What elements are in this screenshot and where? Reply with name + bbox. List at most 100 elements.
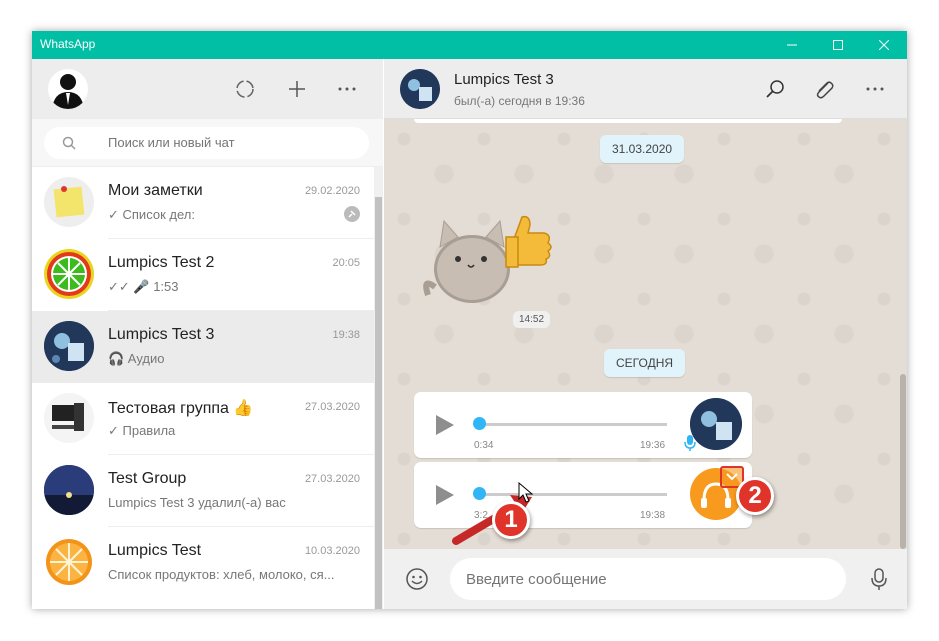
pin-icon <box>344 206 360 222</box>
search-input[interactable] <box>108 135 348 150</box>
message-area: 31.03.2020 14:52 СЕГОДНЯ 0:34 19:36 3:2 … <box>384 119 907 549</box>
contact-avatar[interactable] <box>400 69 440 109</box>
search-icon <box>766 80 784 98</box>
app-title: WhatsApp <box>40 37 96 51</box>
microphone-icon <box>684 435 696 451</box>
chat-item-test-group-ru[interactable]: Тестовая группа 👍 27.03.2020 ✓ Правила <box>32 383 374 455</box>
maximize-icon <box>833 40 843 50</box>
chat-name: Test Group <box>108 470 187 487</box>
lime-slice-icon <box>47 252 91 296</box>
sticker-time: 14:52 <box>513 311 551 328</box>
plus-icon <box>289 81 305 97</box>
search-messages-button[interactable] <box>760 74 790 104</box>
whatsapp-window: WhatsApp Поиск или новый чат Мои заметки… <box>32 31 907 609</box>
chat-time: 27.03.2020 <box>304 473 360 485</box>
sticky-note-icon <box>53 186 85 218</box>
paperclip-icon <box>816 81 834 99</box>
audio-track[interactable] <box>478 423 667 426</box>
conversation-menu-button[interactable] <box>860 74 890 104</box>
message-time: 19:38 <box>640 510 666 521</box>
chat-time: 27.03.2020 <box>304 401 360 413</box>
chat-list: Мои заметки 29.02.2020 ✓ Список дел: Lum… <box>32 167 383 609</box>
date-separator: 31.03.2020 <box>600 135 685 163</box>
attach-button[interactable] <box>809 74 839 104</box>
contact-last-seen: был(-а) сегодня в 19:36 <box>454 94 585 108</box>
conversation-header: Lumpics Test 3 был(-а) сегодня в 19:36 <box>384 59 907 119</box>
title-bar: WhatsApp <box>32 31 907 59</box>
astronaut-image-icon <box>400 69 440 109</box>
chevron-down-icon <box>726 473 738 481</box>
chat-preview: 🎧 Аудио <box>108 351 165 366</box>
chat-list-pane: Мои заметки 29.02.2020 ✓ Список дел: Lum… <box>32 59 383 609</box>
emoji-button[interactable] <box>402 564 432 594</box>
search-box[interactable] <box>44 127 369 159</box>
message-scrollbar[interactable] <box>898 119 907 549</box>
left-header <box>32 59 383 119</box>
chat-preview: ✓✓ 🎤 1:53 <box>108 279 179 294</box>
audio-duration: 0:34 <box>474 440 494 451</box>
chat-time: 20:05 <box>332 257 360 269</box>
conversation-pane: Lumpics Test 3 был(-а) сегодня в 19:36 3… <box>384 59 907 609</box>
message-input[interactable] <box>450 558 846 600</box>
chat-item-lumpics-test-3[interactable]: Lumpics Test 3 19:38 🎧 Аудио <box>32 311 374 383</box>
maximize-button[interactable] <box>815 31 861 59</box>
computer-icon <box>52 403 84 431</box>
orange-slice-icon <box>46 539 92 585</box>
chat-name: Тестовая группа 👍 <box>108 400 254 417</box>
previous-message-edge <box>414 119 842 123</box>
play-icon[interactable] <box>434 413 456 437</box>
callout-2: 2 <box>736 477 774 515</box>
contact-name[interactable]: Lumpics Test 3 <box>454 71 554 88</box>
search-icon <box>62 136 76 150</box>
mouse-cursor-icon <box>518 482 534 503</box>
emoji-icon <box>406 568 428 590</box>
scrollbar-thumb[interactable] <box>900 374 906 549</box>
audio-progress-knob[interactable] <box>473 417 486 430</box>
chat-list-scrollbar[interactable] <box>374 167 383 609</box>
chat-name: Lumpics Test <box>108 542 202 559</box>
chat-item-lumpics-test[interactable]: Lumpics Test 10.03.2020 Список продуктов… <box>32 527 374 599</box>
chat-time: 19:38 <box>332 329 360 341</box>
astronaut-image-icon <box>690 398 742 450</box>
status-button[interactable] <box>230 74 260 104</box>
today-separator: СЕГОДНЯ <box>604 349 686 377</box>
chat-preview: ✓ Список дел: <box>108 207 195 222</box>
voice-record-button[interactable] <box>864 564 894 594</box>
chat-time: 10.03.2020 <box>304 545 360 557</box>
notes-avatar <box>44 177 94 227</box>
chat-item-lumpics-test-2[interactable]: Lumpics Test 2 20:05 ✓✓ 🎤 1:53 <box>32 239 374 311</box>
chat-name: Lumpics Test 3 <box>108 326 215 343</box>
sender-avatar <box>690 398 742 450</box>
more-dots-icon <box>866 87 884 91</box>
night-landscape-icon <box>44 465 94 515</box>
search-bar <box>32 119 383 167</box>
orange-avatar <box>44 537 94 587</box>
close-button[interactable] <box>861 31 907 59</box>
new-chat-button[interactable] <box>282 74 312 104</box>
callout-1: 1 <box>492 501 530 539</box>
night-city-avatar <box>44 465 94 515</box>
chat-preview: Список продуктов: хлеб, молоко, ся... <box>108 567 335 582</box>
voice-message: 0:34 19:36 <box>414 392 752 458</box>
chat-item-notes[interactable]: Мои заметки 29.02.2020 ✓ Список дел: <box>32 167 374 239</box>
user-avatar[interactable] <box>48 69 88 109</box>
status-icon <box>236 80 254 98</box>
lime-avatar <box>44 249 94 299</box>
minimize-icon <box>787 44 797 46</box>
chat-name: Мои заметки <box>108 182 203 199</box>
composer-bar <box>384 549 907 609</box>
chat-preview: ✓ Правила <box>108 423 176 438</box>
scrollbar-thumb[interactable] <box>375 197 382 609</box>
user-silhouette-icon <box>52 74 84 109</box>
message-time: 19:36 <box>640 440 666 451</box>
chat-item-test-group[interactable]: Test Group 27.03.2020 Lumpics Test 3 уда… <box>32 455 374 527</box>
close-icon <box>879 40 889 50</box>
menu-button[interactable] <box>332 74 362 104</box>
microphone-icon <box>871 568 887 590</box>
space-avatar <box>44 321 94 371</box>
pusheen-sticker-icon <box>423 215 552 303</box>
more-dots-icon <box>338 87 356 91</box>
computer-avatar <box>44 393 94 443</box>
astronaut-image-icon <box>44 321 94 371</box>
minimize-button[interactable] <box>769 31 815 59</box>
